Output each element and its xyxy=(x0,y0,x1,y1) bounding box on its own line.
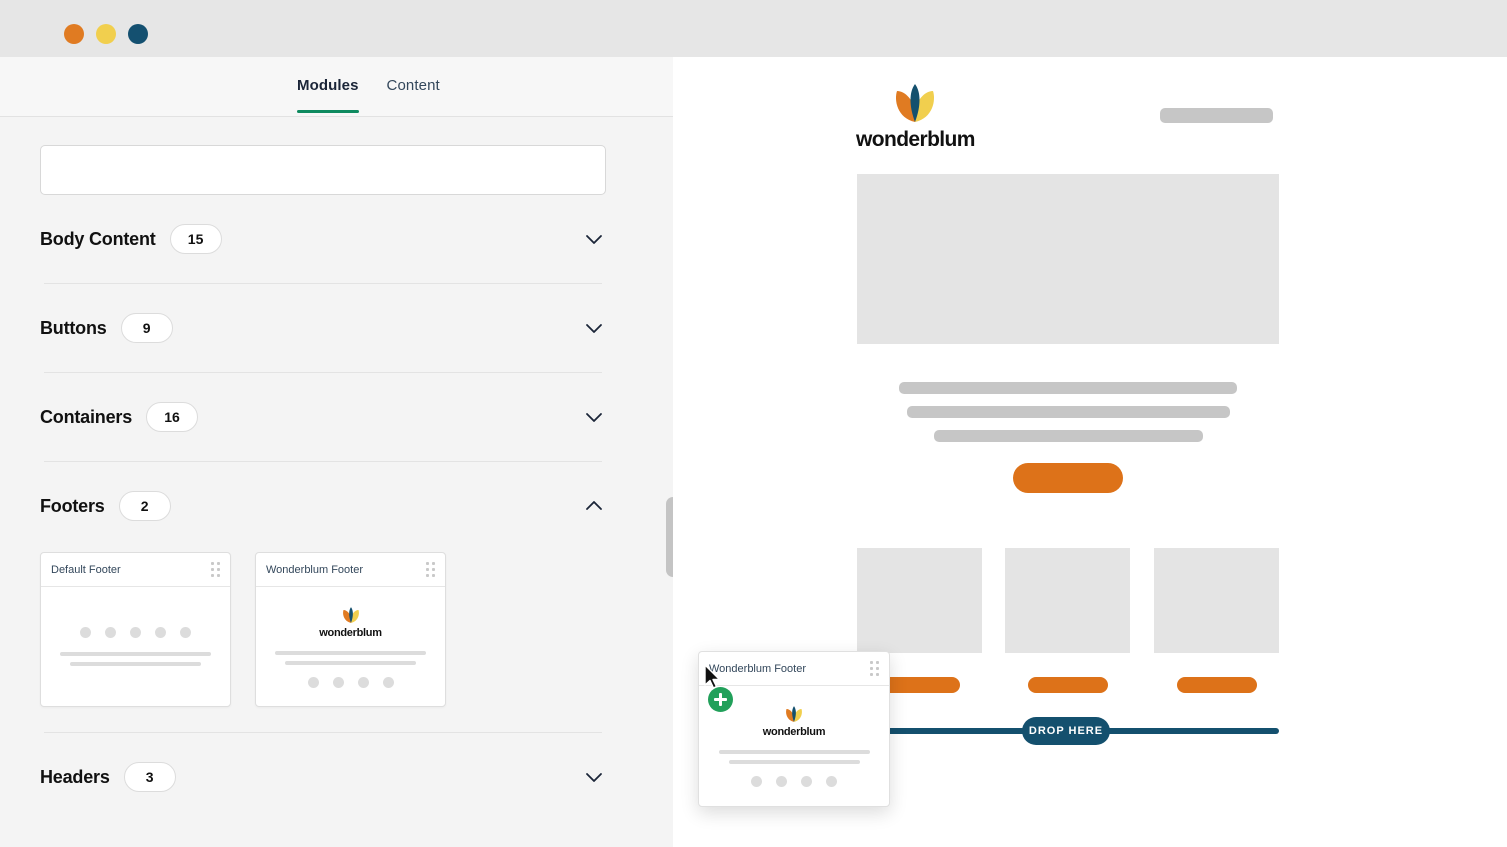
column-button-placeholder[interactable] xyxy=(880,677,960,693)
category-footers[interactable]: Footers 2 xyxy=(40,462,606,550)
preview-dot xyxy=(776,776,787,787)
drag-ghost-card: Wonderblum Footer wonderblum xyxy=(698,651,890,807)
module-card-wonderblum-footer[interactable]: Wonderblum Footer wonderblum xyxy=(255,552,446,707)
maximize-dot[interactable] xyxy=(128,24,148,44)
module-card-preview: wonderblum xyxy=(256,587,445,706)
module-card-default-footer[interactable]: Default Footer xyxy=(40,552,231,707)
category-body-content[interactable]: Body Content 15 xyxy=(40,195,606,283)
preview-dot xyxy=(751,776,762,787)
brand-wordmark: wonderblum xyxy=(856,128,975,151)
preview-dot xyxy=(801,776,812,787)
category-label: Footers xyxy=(40,495,105,516)
category-label: Headers xyxy=(40,766,110,787)
tulip-logo-icon xyxy=(341,606,361,624)
preview-dot xyxy=(105,627,116,638)
minimize-dot[interactable] xyxy=(96,24,116,44)
module-card-title: Wonderblum Footer xyxy=(266,563,364,576)
column-image-placeholder xyxy=(1005,548,1130,653)
body-text-line xyxy=(899,382,1237,394)
body-text-line xyxy=(934,430,1203,442)
search-box[interactable] xyxy=(40,145,606,195)
category-count-badge: 16 xyxy=(146,402,199,432)
preview-dot xyxy=(130,627,141,638)
preview-social-dots xyxy=(80,627,191,638)
category-count-badge: 3 xyxy=(123,762,176,792)
category-count-badge: 9 xyxy=(120,313,173,343)
chevron-down-icon[interactable] xyxy=(582,316,606,340)
brand-wordmark: wonderblum xyxy=(762,726,826,738)
preview-line xyxy=(275,650,426,655)
column-button-placeholder[interactable] xyxy=(1028,677,1108,693)
column-button-placeholder[interactable] xyxy=(1177,677,1257,693)
column-image-placeholder xyxy=(1154,548,1279,653)
cta-button-placeholder[interactable] xyxy=(1013,463,1123,493)
tab-content[interactable]: Content xyxy=(387,57,440,112)
canvas-brand-block: wonderblum xyxy=(856,82,975,152)
category-buttons[interactable]: Buttons 9 xyxy=(40,284,606,372)
module-card-header: Wonderblum Footer xyxy=(256,553,445,587)
chevron-down-icon[interactable] xyxy=(582,765,606,789)
plus-badge-icon xyxy=(708,687,733,712)
tab-modules[interactable]: Modules xyxy=(297,57,359,113)
preview-line xyxy=(728,760,860,764)
drop-indicator-badge: DROP HERE xyxy=(1022,717,1110,745)
preview-dot xyxy=(80,627,91,638)
chevron-up-icon[interactable] xyxy=(582,494,606,518)
category-label: Containers xyxy=(40,406,133,427)
window-titlebar xyxy=(0,0,1507,57)
preview-dot xyxy=(180,627,191,638)
preview-dot xyxy=(307,676,319,688)
nav-placeholder xyxy=(1160,108,1273,123)
preview-line xyxy=(70,662,201,666)
preview-line xyxy=(718,750,870,754)
module-card-preview xyxy=(41,587,230,706)
preview-dot xyxy=(357,676,369,688)
search-input[interactable] xyxy=(55,146,591,194)
category-headers[interactable]: Headers 3 xyxy=(40,733,606,821)
preview-dot xyxy=(382,676,394,688)
close-dot[interactable] xyxy=(64,24,84,44)
modules-sidebar: Modules Content Body Content 15 Buttons … xyxy=(0,57,680,847)
module-card-title: Default Footer xyxy=(51,563,121,576)
chevron-down-icon[interactable] xyxy=(582,227,606,251)
column-image-placeholder xyxy=(857,548,982,653)
sidebar-body: Body Content 15 Buttons 9 Containers 16 … xyxy=(0,145,673,821)
window-controls xyxy=(64,24,148,44)
module-categories: Body Content 15 Buttons 9 Containers 16 … xyxy=(40,195,606,821)
preview-dot xyxy=(332,676,344,688)
preview-line xyxy=(285,660,416,665)
app-window: Modules Content Body Content 15 Buttons … xyxy=(0,0,1507,847)
body-text-line xyxy=(907,406,1230,418)
category-containers[interactable]: Containers 16 xyxy=(40,373,606,461)
drag-ghost-header: Wonderblum Footer xyxy=(699,652,889,686)
preview-dot xyxy=(826,776,837,787)
tulip-logo-icon xyxy=(891,82,939,124)
category-count-badge: 2 xyxy=(118,491,171,521)
brand-wordmark: wonderblum xyxy=(319,626,382,639)
preview-line xyxy=(60,652,211,656)
module-card-header: Default Footer xyxy=(41,553,230,587)
drag-ghost-title: Wonderblum Footer xyxy=(709,662,807,675)
drag-handle-icon xyxy=(870,661,879,676)
tulip-logo-icon xyxy=(784,705,804,723)
footer-module-list: Default Footer Wonderblum Footer wonderb… xyxy=(40,550,606,707)
preview-dot xyxy=(155,627,166,638)
sidebar-tabs: Modules Content xyxy=(0,57,673,117)
category-label: Buttons xyxy=(40,317,107,338)
hero-image-placeholder xyxy=(857,174,1279,344)
drag-handle-icon[interactable] xyxy=(426,562,435,577)
category-label: Body Content xyxy=(40,228,156,249)
preview-social-dots xyxy=(307,676,394,688)
category-count-badge: 15 xyxy=(169,224,222,254)
preview-social-dots xyxy=(751,776,837,787)
drag-handle-icon[interactable] xyxy=(211,562,220,577)
chevron-down-icon[interactable] xyxy=(582,405,606,429)
